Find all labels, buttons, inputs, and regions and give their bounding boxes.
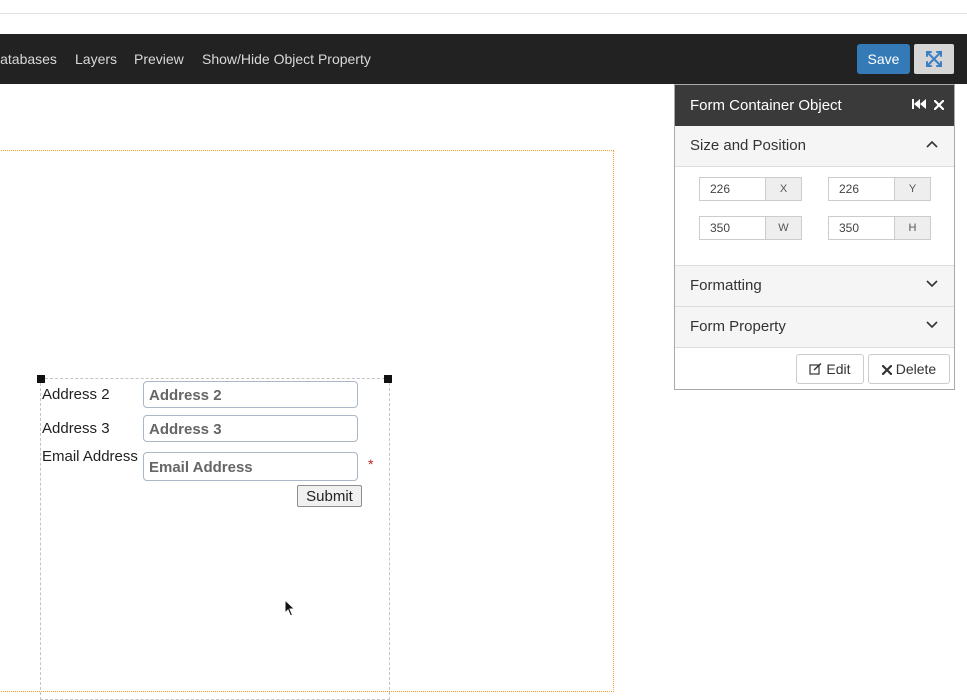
edit-label: Edit xyxy=(826,361,851,377)
resize-handle-top-left[interactable] xyxy=(37,375,45,383)
field-label-address-3: Address 3 xyxy=(42,420,110,437)
h-addon: H xyxy=(894,217,930,239)
section-size-and-position[interactable]: Size and Position xyxy=(675,126,954,167)
section-form-property[interactable]: Form Property xyxy=(675,307,954,348)
required-marker: * xyxy=(368,456,374,472)
edit-icon xyxy=(809,362,822,375)
fullscreen-icon xyxy=(926,51,942,67)
chevron-down-icon xyxy=(926,321,938,329)
address-3-input[interactable]: Address 3 xyxy=(143,415,358,442)
field-label-address-2: Address 2 xyxy=(42,386,110,403)
top-strip xyxy=(0,0,967,14)
email-address-input[interactable]: Email Address xyxy=(143,452,358,481)
nav-preview[interactable]: Preview xyxy=(134,34,184,84)
field-label-email-address: Email Address xyxy=(42,448,138,465)
panel-header: Form Container Object xyxy=(675,85,954,126)
edit-button[interactable]: Edit xyxy=(796,354,864,384)
chevron-up-icon xyxy=(926,140,938,148)
nav-show-hide-object-property[interactable]: Show/Hide Object Property xyxy=(202,34,371,84)
height-field[interactable]: 350 H xyxy=(828,216,931,240)
delete-icon xyxy=(881,364,892,376)
object-property-panel: Form Container Object Size and Position … xyxy=(674,84,955,390)
width-field[interactable]: 350 W xyxy=(699,216,802,240)
y-position-field[interactable]: 226 Y xyxy=(828,177,931,201)
height-value: 350 xyxy=(839,221,860,235)
size-position-body: 226 X 226 Y 350 W 350 H xyxy=(675,167,954,266)
x-position-field[interactable]: 226 X xyxy=(699,177,802,201)
resize-handle-top-right[interactable] xyxy=(384,375,392,383)
x-position-value: 226 xyxy=(710,182,731,196)
mouse-cursor-icon xyxy=(284,599,296,617)
panel-title: Form Container Object xyxy=(690,97,842,114)
panel-footer: Edit Delete xyxy=(675,348,954,389)
nav-databases[interactable]: Databases xyxy=(0,34,57,84)
delete-label: Delete xyxy=(895,361,937,377)
x-addon: X xyxy=(765,178,801,200)
skip-back-icon[interactable] xyxy=(912,98,926,113)
fullscreen-button[interactable] xyxy=(914,44,954,74)
section-title-size-and-position: Size and Position xyxy=(690,137,806,154)
section-formatting[interactable]: Formatting xyxy=(675,266,954,307)
delete-button[interactable]: Delete xyxy=(868,354,950,384)
section-title-formatting: Formatting xyxy=(690,277,762,294)
save-button[interactable]: Save xyxy=(857,44,910,74)
submit-button[interactable]: Submit xyxy=(297,485,362,507)
section-title-form-property: Form Property xyxy=(690,318,786,335)
close-icon[interactable] xyxy=(933,98,945,113)
nav-layers[interactable]: Layers xyxy=(75,34,117,84)
y-position-value: 226 xyxy=(839,182,860,196)
main-toolbar: Databases Layers Preview Show/Hide Objec… xyxy=(0,34,967,84)
address-2-input[interactable]: Address 2 xyxy=(143,381,358,408)
w-addon: W xyxy=(765,217,801,239)
y-addon: Y xyxy=(894,178,930,200)
width-value: 350 xyxy=(710,221,731,235)
chevron-down-icon xyxy=(926,280,938,288)
